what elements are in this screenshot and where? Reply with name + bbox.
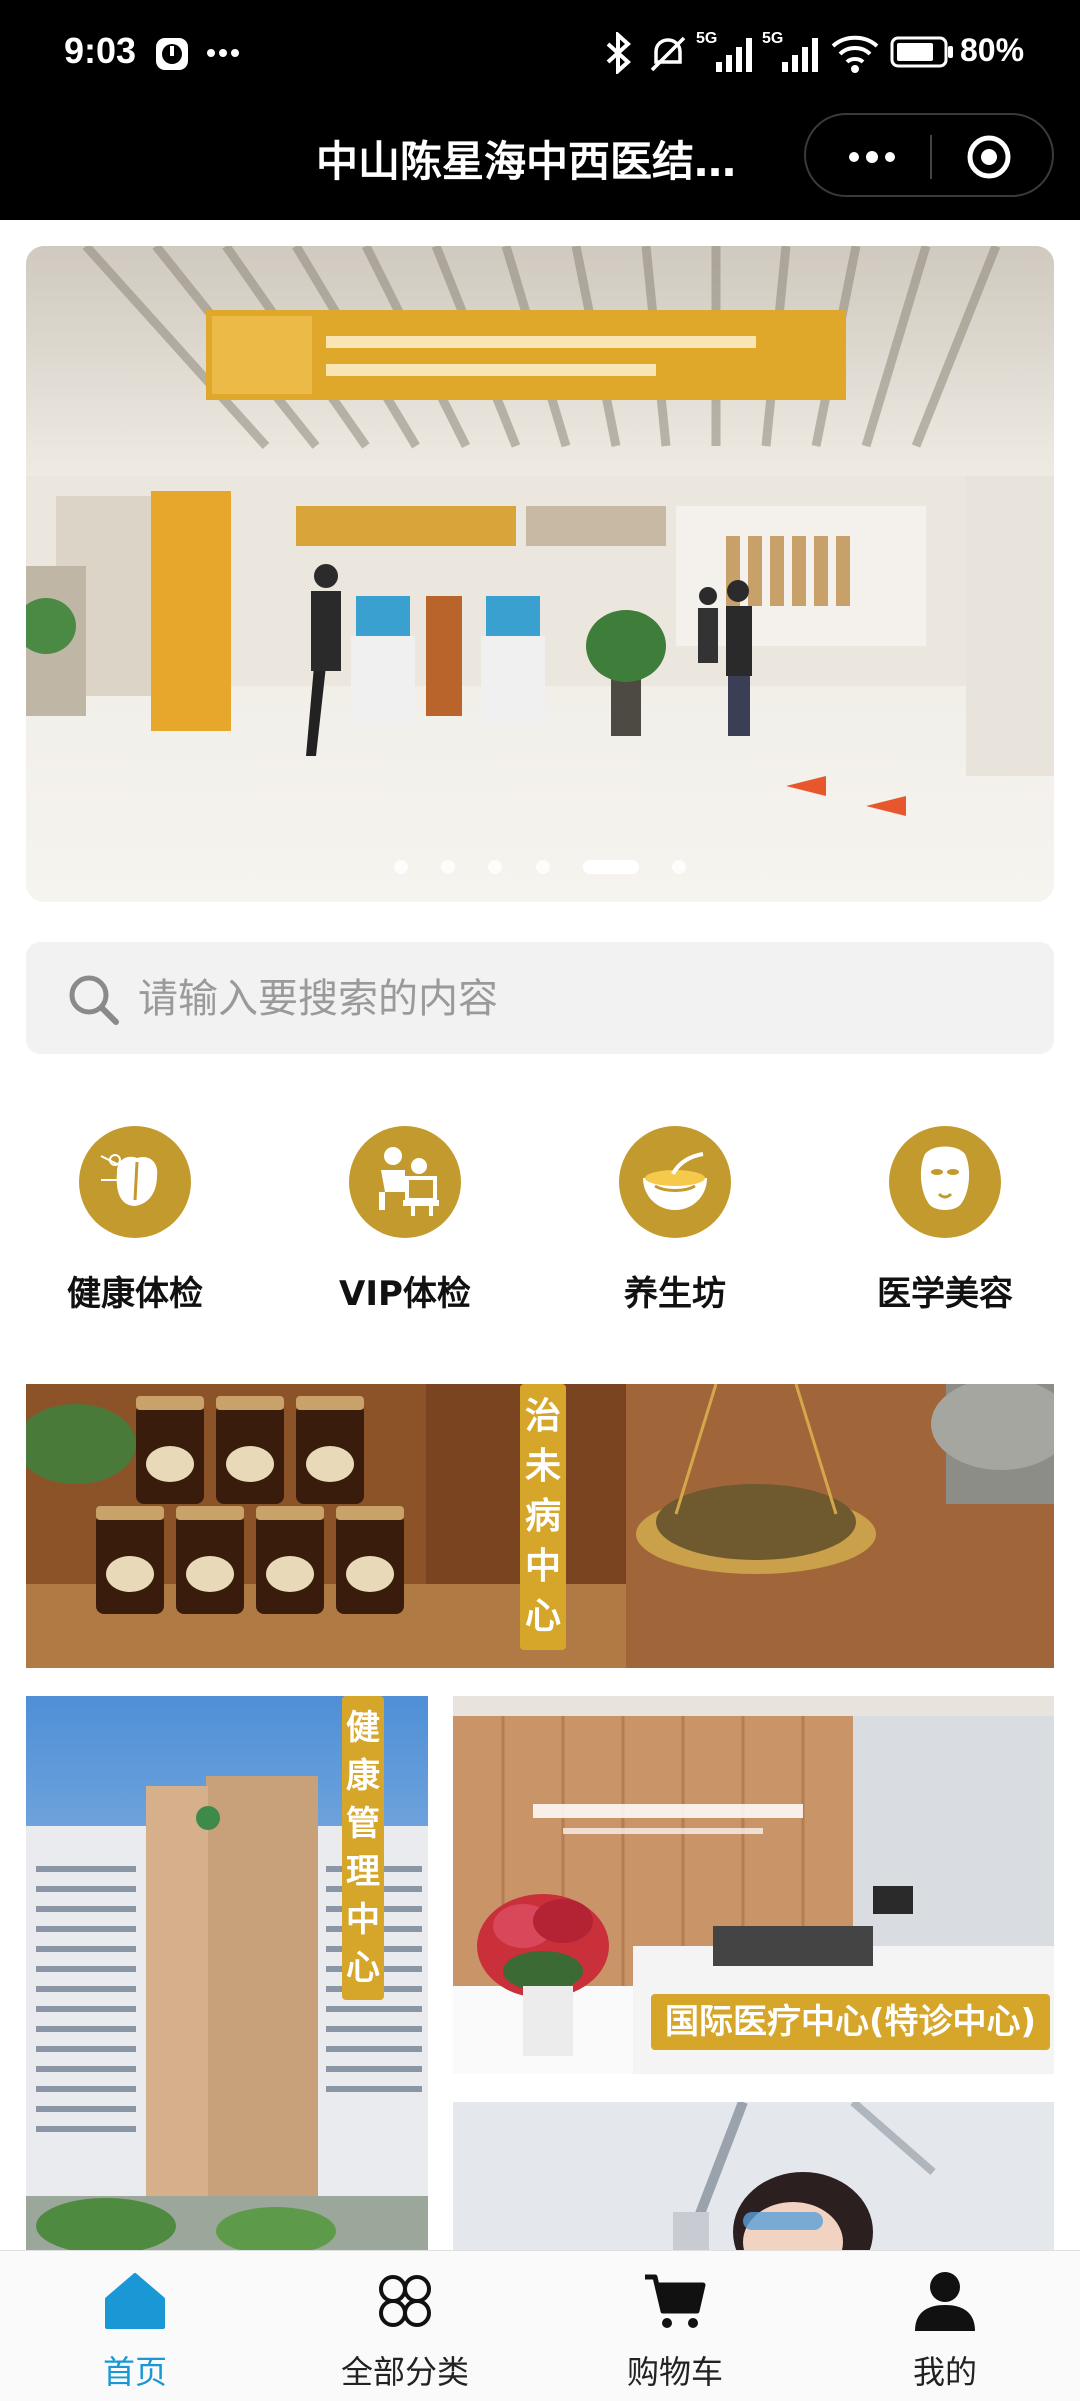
capsule-divider bbox=[930, 135, 932, 179]
tile-international-medical[interactable]: 国际医疗中心(特诊中心) bbox=[453, 1696, 1054, 2074]
carousel-dot[interactable] bbox=[394, 859, 409, 874]
tile-label: 治未病中心 bbox=[520, 1384, 566, 1650]
tile-label: 国际医疗中心(特诊中心) bbox=[651, 1994, 1051, 2050]
nav-label: 首页 bbox=[102, 2353, 167, 2391]
signal-1-icon: 5G bbox=[696, 30, 756, 74]
category-label: 健康体检 bbox=[67, 1274, 203, 1314]
wifi-icon bbox=[831, 35, 879, 73]
all-categories-icon bbox=[379, 2275, 431, 2327]
signal-2-icon: 5G bbox=[762, 30, 822, 74]
face-mask-icon bbox=[920, 1146, 970, 1210]
nav-label: 购物车 bbox=[626, 2353, 723, 2391]
vip-checkup-icon bbox=[379, 1147, 439, 1216]
beauty-treatment-image bbox=[453, 2102, 1054, 2250]
category-physical-exam[interactable]: 健康体检 bbox=[20, 1120, 250, 1320]
mute-icon bbox=[650, 36, 686, 72]
network-type-2: 5G bbox=[762, 30, 784, 47]
search-bar[interactable] bbox=[26, 942, 1054, 1054]
physical-exam-icon bbox=[100, 1154, 158, 1206]
capsule-menu bbox=[804, 113, 1054, 197]
nav-label: 全部分类 bbox=[340, 2353, 469, 2391]
more-icon[interactable] bbox=[842, 137, 902, 177]
battery-percent: 80% bbox=[960, 32, 1025, 68]
category-label: 医学美容 bbox=[877, 1274, 1013, 1314]
shopping-cart-icon bbox=[645, 2274, 706, 2328]
category-label: 养生坊 bbox=[624, 1274, 726, 1314]
mini-program-title-bar: 中山陈星海中西医结… bbox=[0, 108, 1080, 220]
soup-bowl-icon bbox=[643, 1152, 707, 1210]
nav-home[interactable]: 首页 bbox=[0, 2251, 270, 2401]
tile-health-management[interactable]: 健康管理中心 bbox=[26, 1696, 428, 2250]
more-status-icon bbox=[207, 49, 239, 57]
carousel-dots bbox=[26, 856, 1054, 874]
carousel-dot[interactable] bbox=[488, 859, 503, 874]
carousel-dot[interactable] bbox=[441, 859, 456, 874]
network-type-1: 5G bbox=[696, 30, 718, 47]
banner-image bbox=[26, 246, 1054, 902]
battery-icon bbox=[890, 36, 953, 68]
home-icon bbox=[105, 2273, 165, 2329]
banner-carousel[interactable] bbox=[26, 246, 1054, 902]
nav-label: 我的 bbox=[912, 2353, 977, 2391]
nav-cart[interactable]: 购物车 bbox=[540, 2251, 810, 2401]
category-medical-beauty[interactable]: 医学美容 bbox=[830, 1120, 1060, 1320]
bottom-nav: 首页 全部分类 购物车 我的 bbox=[0, 2250, 1080, 2401]
nav-profile[interactable]: 我的 bbox=[810, 2251, 1080, 2401]
page-title: 中山陈星海中西医结… bbox=[316, 137, 737, 186]
app-notification-icon bbox=[156, 38, 188, 70]
nav-all-categories[interactable]: 全部分类 bbox=[270, 2251, 540, 2401]
profile-icon bbox=[915, 2272, 975, 2331]
category-vip-checkup[interactable]: VIP体检 bbox=[290, 1120, 520, 1320]
category-soup[interactable]: 养生坊 bbox=[560, 1120, 790, 1320]
carousel-dot[interactable] bbox=[671, 859, 686, 874]
search-icon bbox=[69, 975, 119, 1025]
status-bar: 9:03 5G 5G 80% bbox=[0, 0, 1080, 108]
tile-beauty[interactable] bbox=[453, 2102, 1054, 2250]
status-time: 9:03 bbox=[64, 30, 137, 71]
search-input[interactable] bbox=[136, 962, 1020, 1036]
carousel-dot-active[interactable] bbox=[582, 859, 639, 874]
close-miniprogram-icon[interactable] bbox=[966, 134, 1012, 180]
category-label: VIP体检 bbox=[339, 1274, 471, 1314]
tile-preventive-center[interactable]: 治未病中心 bbox=[26, 1384, 1054, 1668]
tile-label: 健康管理中心 bbox=[342, 1696, 384, 2000]
carousel-dot[interactable] bbox=[535, 859, 550, 874]
bluetooth-icon bbox=[606, 32, 631, 74]
